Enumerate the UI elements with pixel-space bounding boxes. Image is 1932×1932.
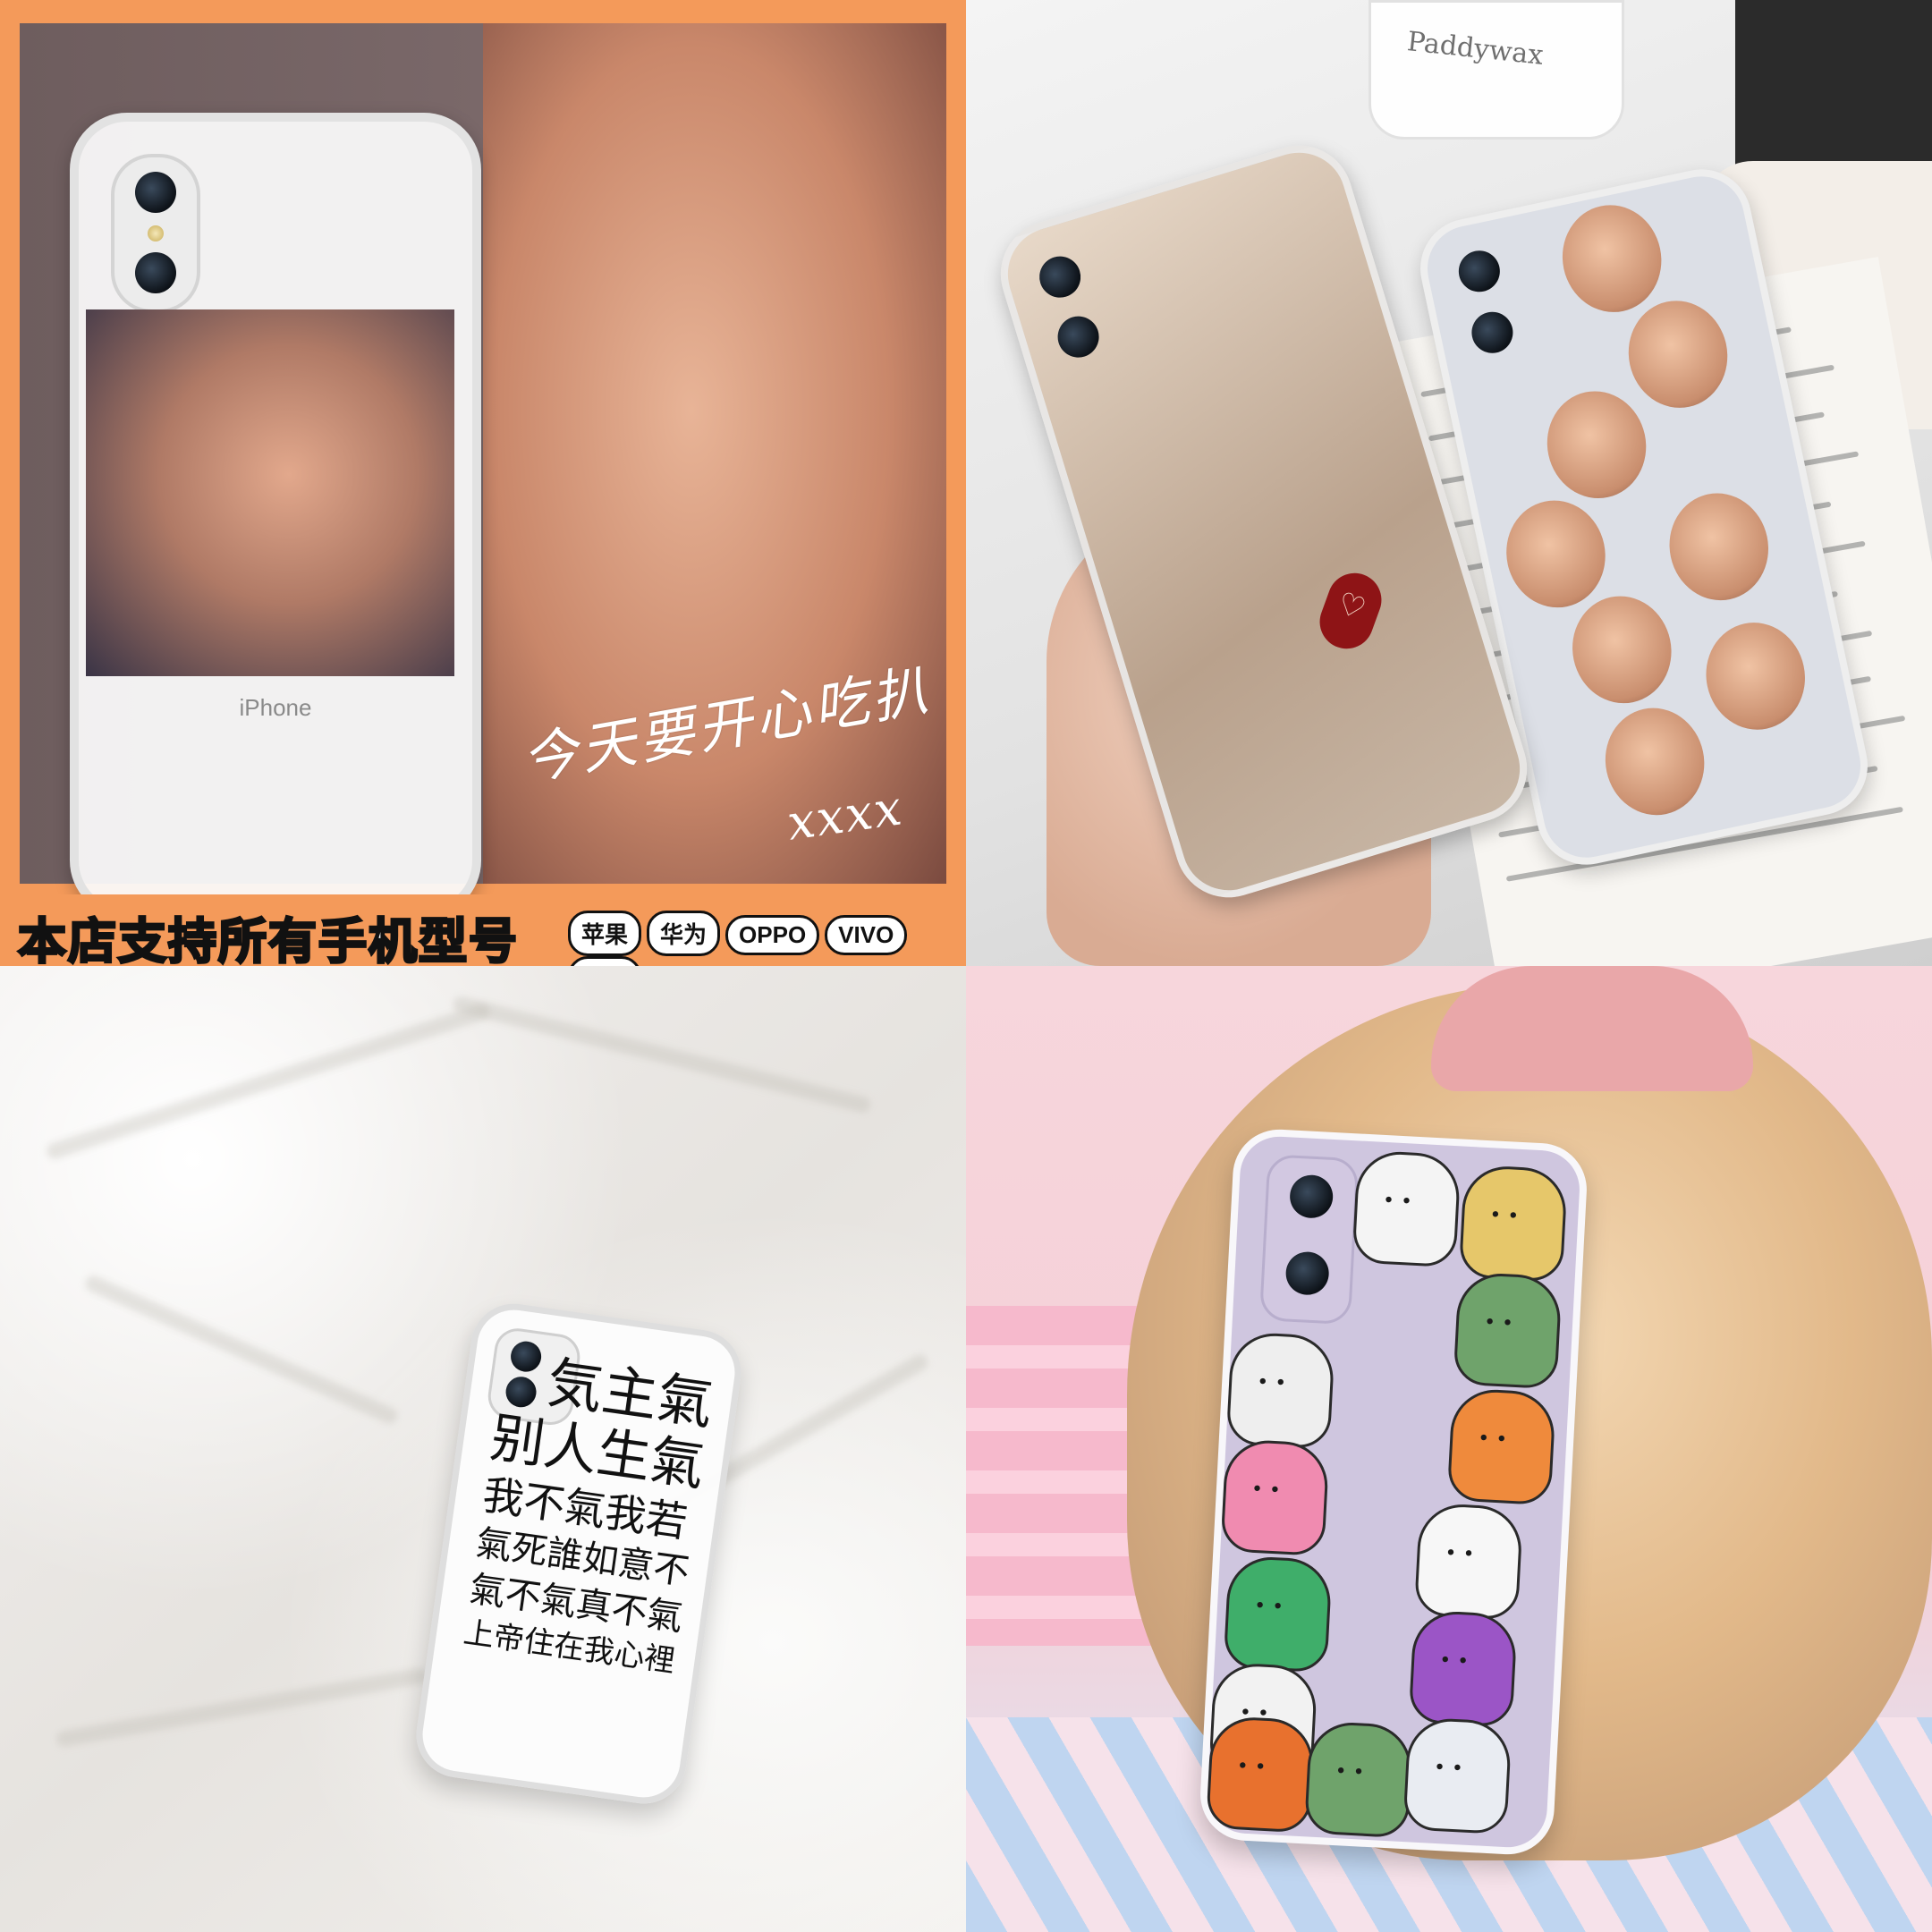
face-sticker — [1659, 484, 1779, 610]
product-photo-top-left: iPhone 今天要开心吃扒 xxxx 本店支持所有手机型号 苹果 华为 OPPO V… — [0, 0, 966, 966]
camera-lens-icon — [1288, 1174, 1335, 1219]
camera-lens-icon — [1034, 250, 1086, 303]
brand-pill: OPPO — [725, 915, 820, 955]
face-sticker — [1696, 613, 1815, 740]
brand-pill: 华为 — [647, 911, 721, 956]
case-brand-text: iPhone — [239, 694, 312, 721]
product-photo-bottom-right: • • • • • • • • • • • • • • • • • • • • … — [966, 966, 1932, 1932]
banner-text: 本店支持所有手机型号 — [17, 914, 519, 967]
pink-monster-sticker: • • — [1220, 1438, 1330, 1557]
ghost-sticker: • • — [1352, 1149, 1462, 1268]
mummy-sticker: • • — [1225, 1331, 1335, 1450]
face-sticker — [1537, 382, 1657, 508]
face-sticker — [1595, 699, 1715, 825]
jar-label: Paddywax — [1405, 26, 1545, 72]
promo-banner: 本店支持所有手机型号 苹果华为OPPOVIVO 小米 — [0, 894, 966, 966]
sheet-fold — [82, 1273, 401, 1427]
sheet-fold — [55, 1666, 428, 1749]
brand-pill: 小米 — [568, 956, 642, 966]
purple-monster-sticker: • • — [1408, 1609, 1518, 1728]
photo-frame: iPhone — [20, 23, 946, 918]
ghost-sticker: • • — [1413, 1502, 1524, 1621]
brand-list: 苹果华为OPPOVIVO 小米 — [568, 911, 966, 966]
camera-cutout — [1258, 1154, 1360, 1326]
heart-icon: ♡ — [1333, 585, 1370, 628]
pumpkin-sticker: • • — [1206, 1715, 1316, 1834]
product-photo-top-right: Paddywax ♡ — [966, 0, 1932, 966]
camera-cutout — [111, 154, 200, 313]
camera-lens-icon — [1468, 308, 1517, 358]
face-sticker — [1496, 491, 1615, 617]
face-sticker — [1618, 291, 1738, 418]
flash-icon — [148, 225, 164, 242]
sheet-fold — [451, 995, 873, 1114]
brand-pill: 苹果 — [568, 911, 642, 956]
monster-sticker: • • — [1458, 1164, 1569, 1283]
pumpkin-sticker: • • — [1446, 1387, 1557, 1506]
camera-lens-icon — [1052, 310, 1105, 363]
brand-pill: VIVO — [825, 915, 908, 955]
camera-lens-icon — [1284, 1250, 1330, 1296]
case-calligraphy: 気主氣 别人生氣 我不氣我若 氣死誰如意不 氣不氣真不氣 上帝住在我心裡 — [461, 1344, 717, 1682]
candle-jar: Paddywax — [1368, 0, 1624, 140]
witch-monster-sticker: • • — [1223, 1555, 1333, 1674]
monster-sticker: • • — [1303, 1720, 1414, 1839]
camera-lens-icon — [135, 252, 176, 293]
mummy-sticker: • • — [1402, 1716, 1513, 1835]
monster-sticker: • • — [1453, 1271, 1563, 1390]
camera-lens-icon — [1454, 247, 1504, 296]
face-sticker — [1552, 196, 1672, 322]
sheet-fold — [44, 1002, 493, 1161]
printed-photo — [86, 309, 454, 676]
plush-ear — [1431, 966, 1753, 1091]
monster-phone-case: • • • • • • • • • • • • • • • • • • • • … — [1198, 1127, 1589, 1857]
camera-lens-icon — [135, 172, 176, 213]
face-sticker — [1563, 587, 1682, 713]
clear-phone-case: iPhone — [70, 113, 481, 918]
